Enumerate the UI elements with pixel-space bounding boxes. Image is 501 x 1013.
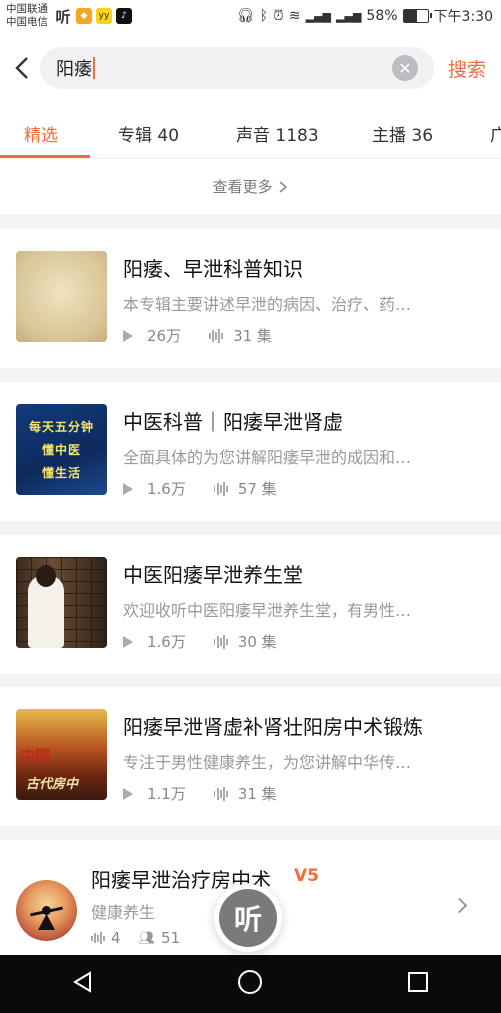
play-count: 1.6万 (147, 633, 186, 651)
album-cover: 每天五分钟 懂中医 懂生活 (16, 404, 107, 495)
play-count-icon (123, 482, 133, 495)
floating-play-button[interactable]: 听 (214, 884, 282, 952)
album-meta: 1.6万 57 集 (123, 478, 277, 499)
album-cover: 中国 古代房中 (16, 709, 107, 800)
app-notification-icon: ◆ (76, 8, 92, 24)
search-input[interactable]: 阳痿 (56, 55, 95, 81)
cover-text: 每天五分钟 (28, 420, 94, 434)
episodes-icon (213, 786, 228, 801)
album-cover (16, 251, 107, 342)
album-card[interactable]: 阳痿、早泄科普知识 本专辑主要讲述早泄的病因、治疗、药… 26万 31 集 (0, 229, 501, 368)
chevron-right-icon (278, 180, 287, 193)
see-more-label: 查看更多 (212, 178, 273, 196)
album-title: 中医科普｜阳痿早泄肾虚 (123, 410, 343, 434)
followers-icon: 👥︎ (138, 930, 156, 946)
headphones-icon: 🎧︎ (236, 8, 255, 24)
nav-recent-apps-icon[interactable] (407, 971, 429, 997)
verified-level-badge: V5 (294, 866, 319, 886)
result-tabs: 精选 专辑 40 声音 1183 主播 36 广 (0, 104, 501, 159)
signal-4g-icon: ▂▄▆ (336, 9, 362, 23)
episodes-icon (213, 634, 228, 649)
nav-back-icon[interactable] (72, 971, 94, 997)
ting-app-icon: 听 (54, 7, 72, 26)
album-meta: 26万 31 集 (123, 325, 272, 346)
album-description: 欢迎收听中医阳痿早泄养生堂，有男性… (123, 601, 412, 620)
album-title: 阳痿、早泄科普知识 (123, 257, 303, 281)
album-description: 全面具体的为您讲解阳痿早泄的成因和… (123, 448, 412, 467)
follower-count: 51 (161, 929, 181, 947)
album-title: 中医阳痿早泄养生堂 (123, 563, 303, 587)
clock: 下午3:30 (433, 9, 493, 25)
back-arrow-icon[interactable] (4, 48, 40, 88)
tiktok-app-icon: ♪ (116, 8, 132, 24)
active-tab-indicator (0, 155, 90, 158)
episodes-icon (213, 481, 228, 496)
carrier-1: 中国联通 (6, 3, 48, 15)
anchor-avatar (16, 880, 77, 941)
album-card[interactable]: 中国 古代房中 阳痿早泄肾虚补肾壮阳房中术锻炼 专注于男性健康养生，为您讲解中华… (0, 687, 501, 826)
album-meta: 1.1万 31 集 (123, 783, 277, 804)
track-count: 4 (110, 929, 121, 947)
album-card[interactable]: 中医阳痿早泄养生堂 欢迎收听中医阳痿早泄养生堂，有男性… 1.6万 30 集 (0, 535, 501, 674)
cover-text: 懂生活 (41, 466, 81, 480)
tab-albums[interactable]: 专辑 40 (118, 121, 179, 146)
bluetooth-icon: ᛒ (259, 8, 268, 24)
search-query-text: 阳痿 (56, 59, 92, 80)
search-header: 阳痿 ✕ 搜索 (0, 32, 501, 104)
notification-icons: 听 ◆ yy ♪ (54, 7, 132, 26)
episode-count: 57 集 (237, 480, 277, 498)
system-indicators: 🎧︎ ᛒ ⏰︎ ≋ ▂▄▆ ▂▄▆ 58% 下午3:30 (237, 6, 493, 26)
status-bar: 中国联通 中国电信 听 ◆ yy ♪ 🎧︎ ᛒ ⏰︎ ≋ ▂▄▆ ▂▄▆ 58%… (0, 0, 501, 32)
album-meta: 1.6万 30 集 (123, 631, 277, 652)
anchor-category: 健康养生 (91, 903, 156, 922)
tab-more[interactable]: 广 (490, 121, 501, 146)
carrier-2: 中国电信 (6, 16, 48, 28)
signal-2g-icon: ▂▄▆ (305, 9, 332, 23)
text-cursor (93, 57, 95, 79)
carrier-info: 中国联通 中国电信 (6, 3, 48, 29)
play-count-icon (123, 787, 133, 800)
album-description: 本专辑主要讲述早泄的病因、治疗、药… (123, 295, 412, 314)
battery-icon (402, 9, 432, 23)
cover-text: 中国 (20, 747, 51, 765)
anchor-meta: 4 👥︎ 51 (91, 929, 180, 947)
wifi-icon: ≋ (288, 8, 301, 24)
play-count: 26万 (147, 327, 182, 345)
cover-text: 古代房中 (26, 777, 79, 792)
episodes-icon (209, 328, 224, 343)
play-count-icon (123, 329, 133, 342)
system-nav-bar (0, 955, 501, 1013)
search-box[interactable]: 阳痿 ✕ (40, 47, 434, 89)
play-count: 1.1万 (147, 785, 186, 803)
see-more-link[interactable]: 查看更多 (0, 159, 501, 214)
episode-count: 31 集 (233, 327, 272, 345)
tracks-icon (91, 932, 105, 944)
tab-featured[interactable]: 精选 (24, 121, 58, 146)
search-button[interactable]: 搜索 (448, 55, 486, 82)
album-cover (16, 557, 107, 648)
cover-text: 懂中医 (41, 443, 81, 457)
tab-anchors[interactable]: 主播 36 (372, 121, 433, 146)
album-description: 专注于男性健康养生，为您讲解中华传… (123, 753, 412, 772)
alarm-icon: ⏰︎ (272, 8, 284, 24)
play-count-icon (123, 635, 133, 648)
album-title: 阳痿早泄肾虚补肾壮阳房中术锻炼 (123, 715, 423, 739)
battery-percent: 58% (366, 8, 398, 24)
episode-count: 31 集 (237, 785, 277, 803)
tab-tracks[interactable]: 声音 1183 (236, 121, 319, 146)
listen-label: 听 (219, 889, 277, 947)
album-card[interactable]: 每天五分钟 懂中医 懂生活 中医科普｜阳痿早泄肾虚 全面具体的为您讲解阳痿早泄的… (0, 382, 501, 521)
play-count: 1.6万 (147, 480, 186, 498)
clear-icon[interactable]: ✕ (392, 55, 418, 81)
nav-home-icon[interactable] (237, 969, 263, 999)
episode-count: 30 集 (237, 633, 277, 651)
yy-app-icon: yy (96, 8, 112, 24)
chevron-right-icon (451, 897, 468, 914)
